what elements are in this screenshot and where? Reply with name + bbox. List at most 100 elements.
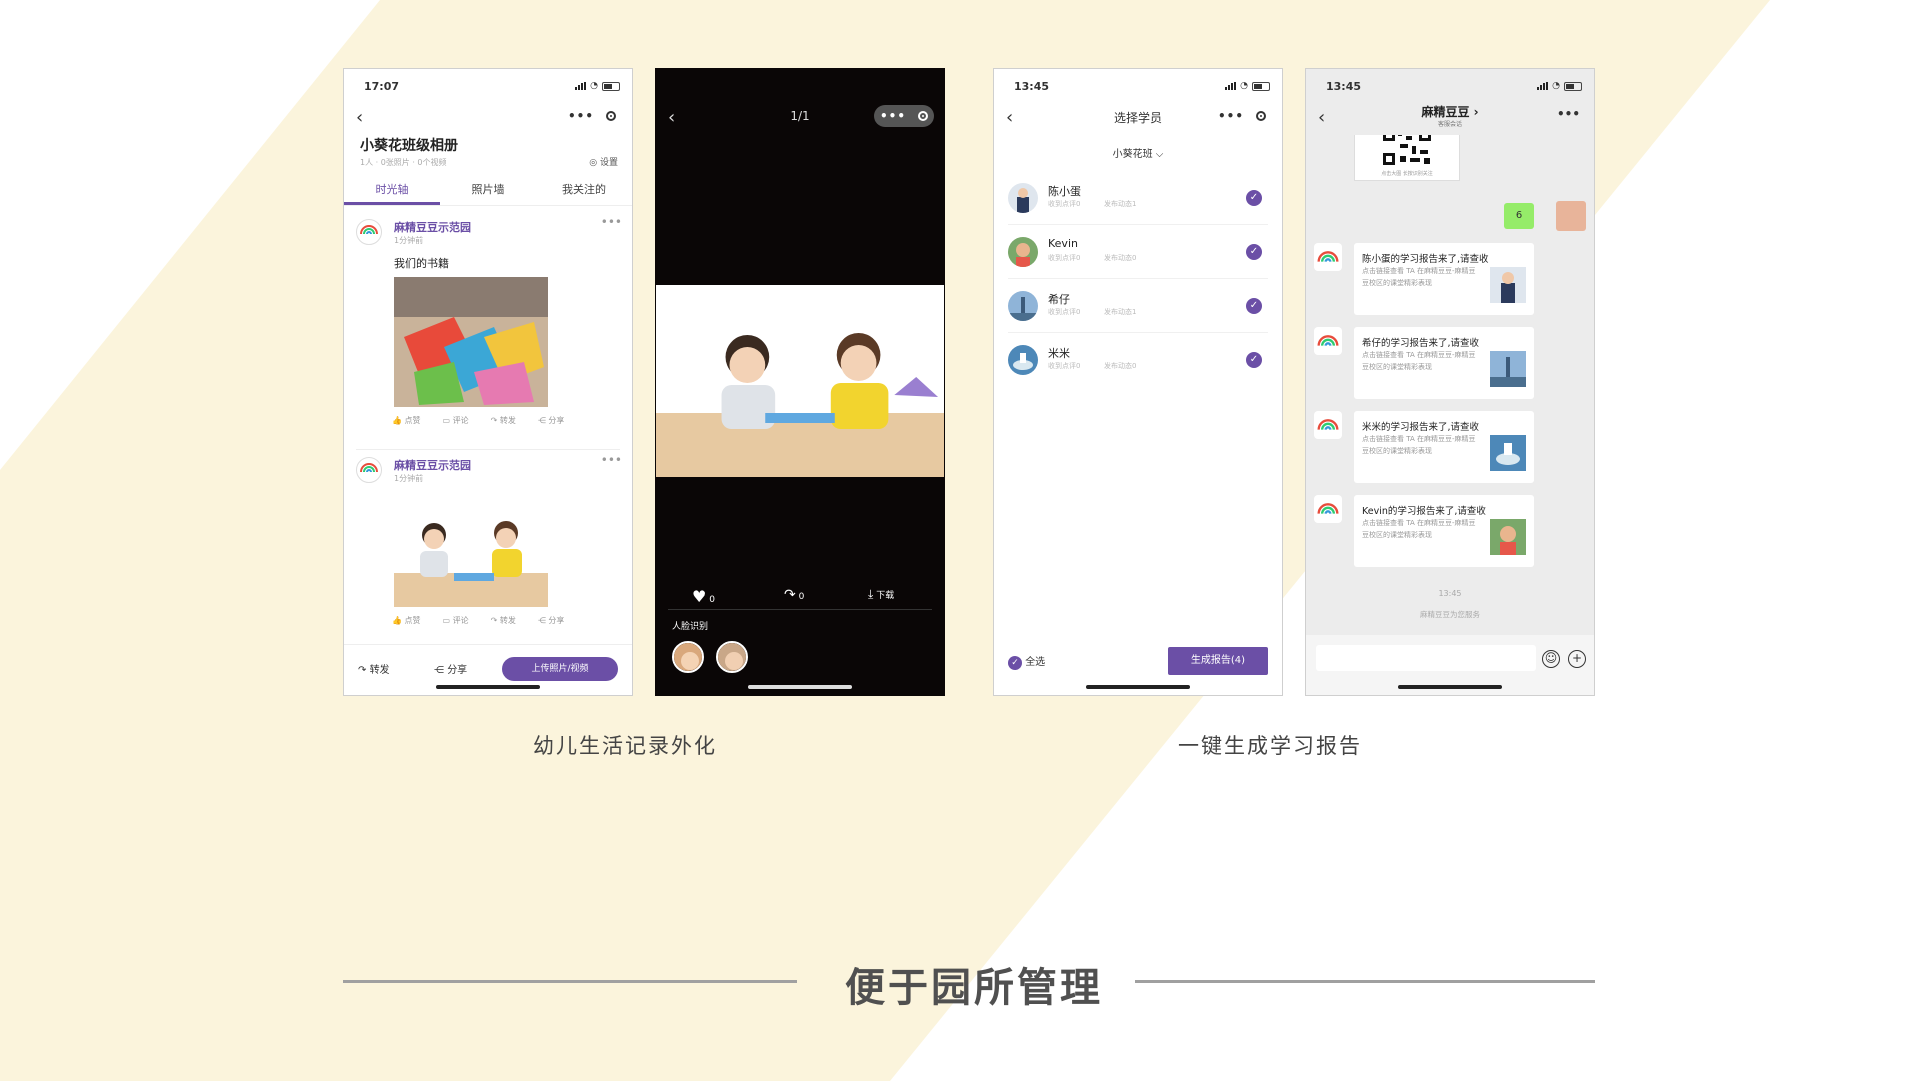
check-icon: ✓ — [1008, 656, 1022, 670]
settings-button[interactable]: ◎ 设置 — [589, 155, 618, 168]
post-actions: 👍 点赞 ▭ 评论 ↷ 转发 ⋲ 分享 — [392, 415, 564, 426]
signal-icon — [575, 82, 587, 90]
comment-button[interactable]: ▭ 评论 — [443, 415, 469, 426]
album-title: 小葵花班级相册 — [360, 138, 458, 154]
chevron-down-icon: ⌵ — [1155, 149, 1164, 160]
tab-following[interactable]: 我关注的 — [536, 177, 632, 205]
share-button[interactable]: ⋲ 分享 — [538, 615, 565, 626]
kids-playing-photo[interactable] — [656, 285, 944, 477]
my-avatar[interactable] — [1556, 201, 1586, 231]
tab-timeline[interactable]: 时光轴 — [344, 177, 440, 205]
student-avatar — [1008, 291, 1038, 321]
emoji-icon[interactable]: ☺ — [1542, 650, 1560, 668]
forward-bottom-button[interactable]: ↷ 转发 — [358, 661, 390, 676]
download-button[interactable]: ⤓ 下载 — [868, 587, 894, 602]
kindergarten-logo-avatar[interactable] — [1314, 243, 1342, 271]
divider — [356, 449, 620, 450]
report-link-card[interactable]: 陈小蛋的学习报告来了,请查收 点击链接查看 TA 在麻精豆豆-麻精豆豆校区的课堂… — [1354, 243, 1534, 315]
like-button[interactable]: 👍 点赞 — [392, 615, 421, 626]
like-button[interactable]: ♥ 0 — [692, 587, 715, 606]
student-row[interactable]: Kevin 收到点评0 发布动态0 ✓ — [994, 225, 1282, 279]
face-avatar-boy[interactable] — [716, 641, 748, 673]
kindergarten-logo-avatar[interactable] — [356, 219, 382, 245]
report-link-card[interactable]: Kevin的学习报告来了,请查收 点击链接查看 TA 在麻精豆豆-麻精豆豆校区的… — [1354, 495, 1534, 567]
report-message: 陈小蛋的学习报告来了,请查收 点击链接查看 TA 在麻精豆豆-麻精豆豆校区的课堂… — [1314, 243, 1546, 315]
report-description: 点击链接查看 TA 在麻精豆豆-麻精豆豆校区的课堂精彩表现 — [1362, 351, 1476, 371]
kids-playing-photo[interactable] — [394, 507, 548, 607]
select-all-toggle[interactable]: ✓ 全选 — [1008, 653, 1045, 670]
student-row[interactable]: 米米 收到点评0 发布动态0 ✓ — [994, 333, 1282, 387]
tab-photo-wall[interactable]: 照片墙 — [440, 177, 536, 205]
share-bottom-button[interactable]: ⋲ 分享 — [434, 661, 467, 676]
check-icon[interactable]: ✓ — [1246, 352, 1262, 368]
student-posts: 发布动态0 — [1104, 254, 1137, 262]
generate-report-button[interactable]: 生成报告(4) — [1168, 647, 1268, 675]
report-description: 点击链接查看 TA 在麻精豆豆-麻精豆豆校区的课堂精彩表现 — [1362, 519, 1476, 539]
status-bar: 17:07 ◔ — [344, 69, 632, 99]
check-icon[interactable]: ✓ — [1246, 244, 1262, 260]
wifi-icon: ◔ — [1240, 81, 1248, 91]
forward-button[interactable]: ↷ 0 — [784, 587, 804, 603]
report-link-card[interactable]: 米米的学习报告来了,请查收 点击链接查看 TA 在麻精豆豆-麻精豆豆校区的课堂精… — [1354, 411, 1534, 483]
check-icon[interactable]: ✓ — [1246, 190, 1262, 206]
back-icon[interactable]: ‹ — [356, 107, 363, 128]
kindergarten-logo-avatar[interactable] — [1314, 411, 1342, 439]
student-name: 米米 — [1048, 347, 1070, 360]
report-description: 点击链接查看 TA 在麻精豆豆-麻精豆豆校区的课堂精彩表现 — [1362, 435, 1476, 455]
status-time: 13:45 — [1014, 80, 1050, 93]
face-recognition-label: 人脸识别 — [672, 622, 709, 632]
battery-icon — [1252, 81, 1270, 91]
my-message-bubble[interactable]: 6 — [1504, 203, 1534, 229]
post-text: 我们的书籍 — [394, 257, 449, 270]
like-button[interactable]: 👍 点赞 — [392, 415, 421, 426]
forward-button[interactable]: ↷ 转发 — [491, 415, 516, 426]
close-target-icon[interactable] — [605, 111, 616, 121]
post-more-icon[interactable]: ••• — [601, 215, 622, 229]
report-thumbnail — [1490, 435, 1526, 471]
post-more-icon[interactable]: ••• — [601, 453, 622, 467]
post-author[interactable]: 麻精豆豆示范园 — [394, 219, 471, 235]
comment-button[interactable]: ▭ 评论 — [443, 615, 469, 626]
report-thumbnail — [1490, 267, 1526, 303]
phone-select-students: 13:45 ◔ ‹ ••• 选择学员 小葵花班 ⌵ 陈小蛋 收到点评0 发布动态… — [993, 68, 1283, 696]
kindergarten-logo-avatar[interactable] — [1314, 327, 1342, 355]
caption-learning-report: 一键生成学习报告 — [1178, 734, 1362, 758]
student-name: 希仔 — [1048, 293, 1070, 306]
post-author[interactable]: 麻精豆豆示范园 — [394, 457, 471, 473]
report-title: 希仔的学习报告来了,请查收 — [1362, 338, 1480, 349]
chat-title[interactable]: 麻精豆豆 › — [1306, 103, 1594, 120]
signal-icon — [1225, 82, 1237, 90]
mini-program-capsule[interactable]: ••• — [562, 105, 622, 127]
plus-icon[interactable]: + — [1568, 650, 1586, 668]
student-reviews: 收到点评0 — [1048, 200, 1081, 208]
kindergarten-logo-avatar[interactable] — [1314, 495, 1342, 523]
student-row[interactable]: 希仔 收到点评0 发布动态1 ✓ — [994, 279, 1282, 333]
footer-title: 便于园所管理 — [845, 965, 1103, 1011]
books-photo[interactable] — [394, 277, 548, 407]
page-title: 选择学员 — [1113, 111, 1162, 125]
report-title: 陈小蛋的学习报告来了,请查收 — [1362, 254, 1489, 265]
background-shape — [0, 0, 1770, 1081]
student-posts: 发布动态1 — [1104, 200, 1137, 208]
page-canvas: 17:07 ◔ ‹ ••• 小葵花班级相册 1人 · 0张照片 · 0个视频 ◎… — [0, 0, 1920, 1081]
forward-icon: ↷ — [358, 665, 370, 676]
message-input[interactable] — [1316, 645, 1536, 671]
student-row[interactable]: 陈小蛋 收到点评0 发布动态1 ✓ — [994, 171, 1282, 225]
phone-album-timeline: 17:07 ◔ ‹ ••• 小葵花班级相册 1人 · 0张照片 · 0个视频 ◎… — [343, 68, 633, 696]
post-item: 麻精豆豆示范园 1分钟前 ••• 👍 点赞 ▭ 评论 ↷ 转发 ⋲ 分享 — [344, 453, 632, 653]
home-indicator — [1398, 685, 1502, 689]
forward-button[interactable]: ↷ 转发 — [491, 615, 516, 626]
more-icon[interactable]: ••• — [568, 109, 594, 123]
post-time: 1分钟前 — [394, 236, 424, 245]
class-selector[interactable]: 小葵花班 ⌵ — [994, 145, 1282, 160]
report-message: 希仔的学习报告来了,请查收 点击链接查看 TA 在麻精豆豆-麻精豆豆校区的课堂精… — [1314, 327, 1546, 399]
upload-photo-video-button[interactable]: 上传照片/视频 — [502, 657, 618, 681]
kindergarten-logo-avatar[interactable] — [356, 457, 382, 483]
report-link-card[interactable]: 希仔的学习报告来了,请查收 点击链接查看 TA 在麻精豆豆-麻精豆豆校区的课堂精… — [1354, 327, 1534, 399]
student-posts: 发布动态0 — [1104, 362, 1137, 370]
album-tabs: 时光轴 照片墙 我关注的 — [344, 177, 632, 206]
check-icon[interactable]: ✓ — [1246, 298, 1262, 314]
share-button[interactable]: ⋲ 分享 — [538, 415, 565, 426]
wifi-icon: ◔ — [590, 81, 598, 91]
face-avatar-girl[interactable] — [672, 641, 704, 673]
